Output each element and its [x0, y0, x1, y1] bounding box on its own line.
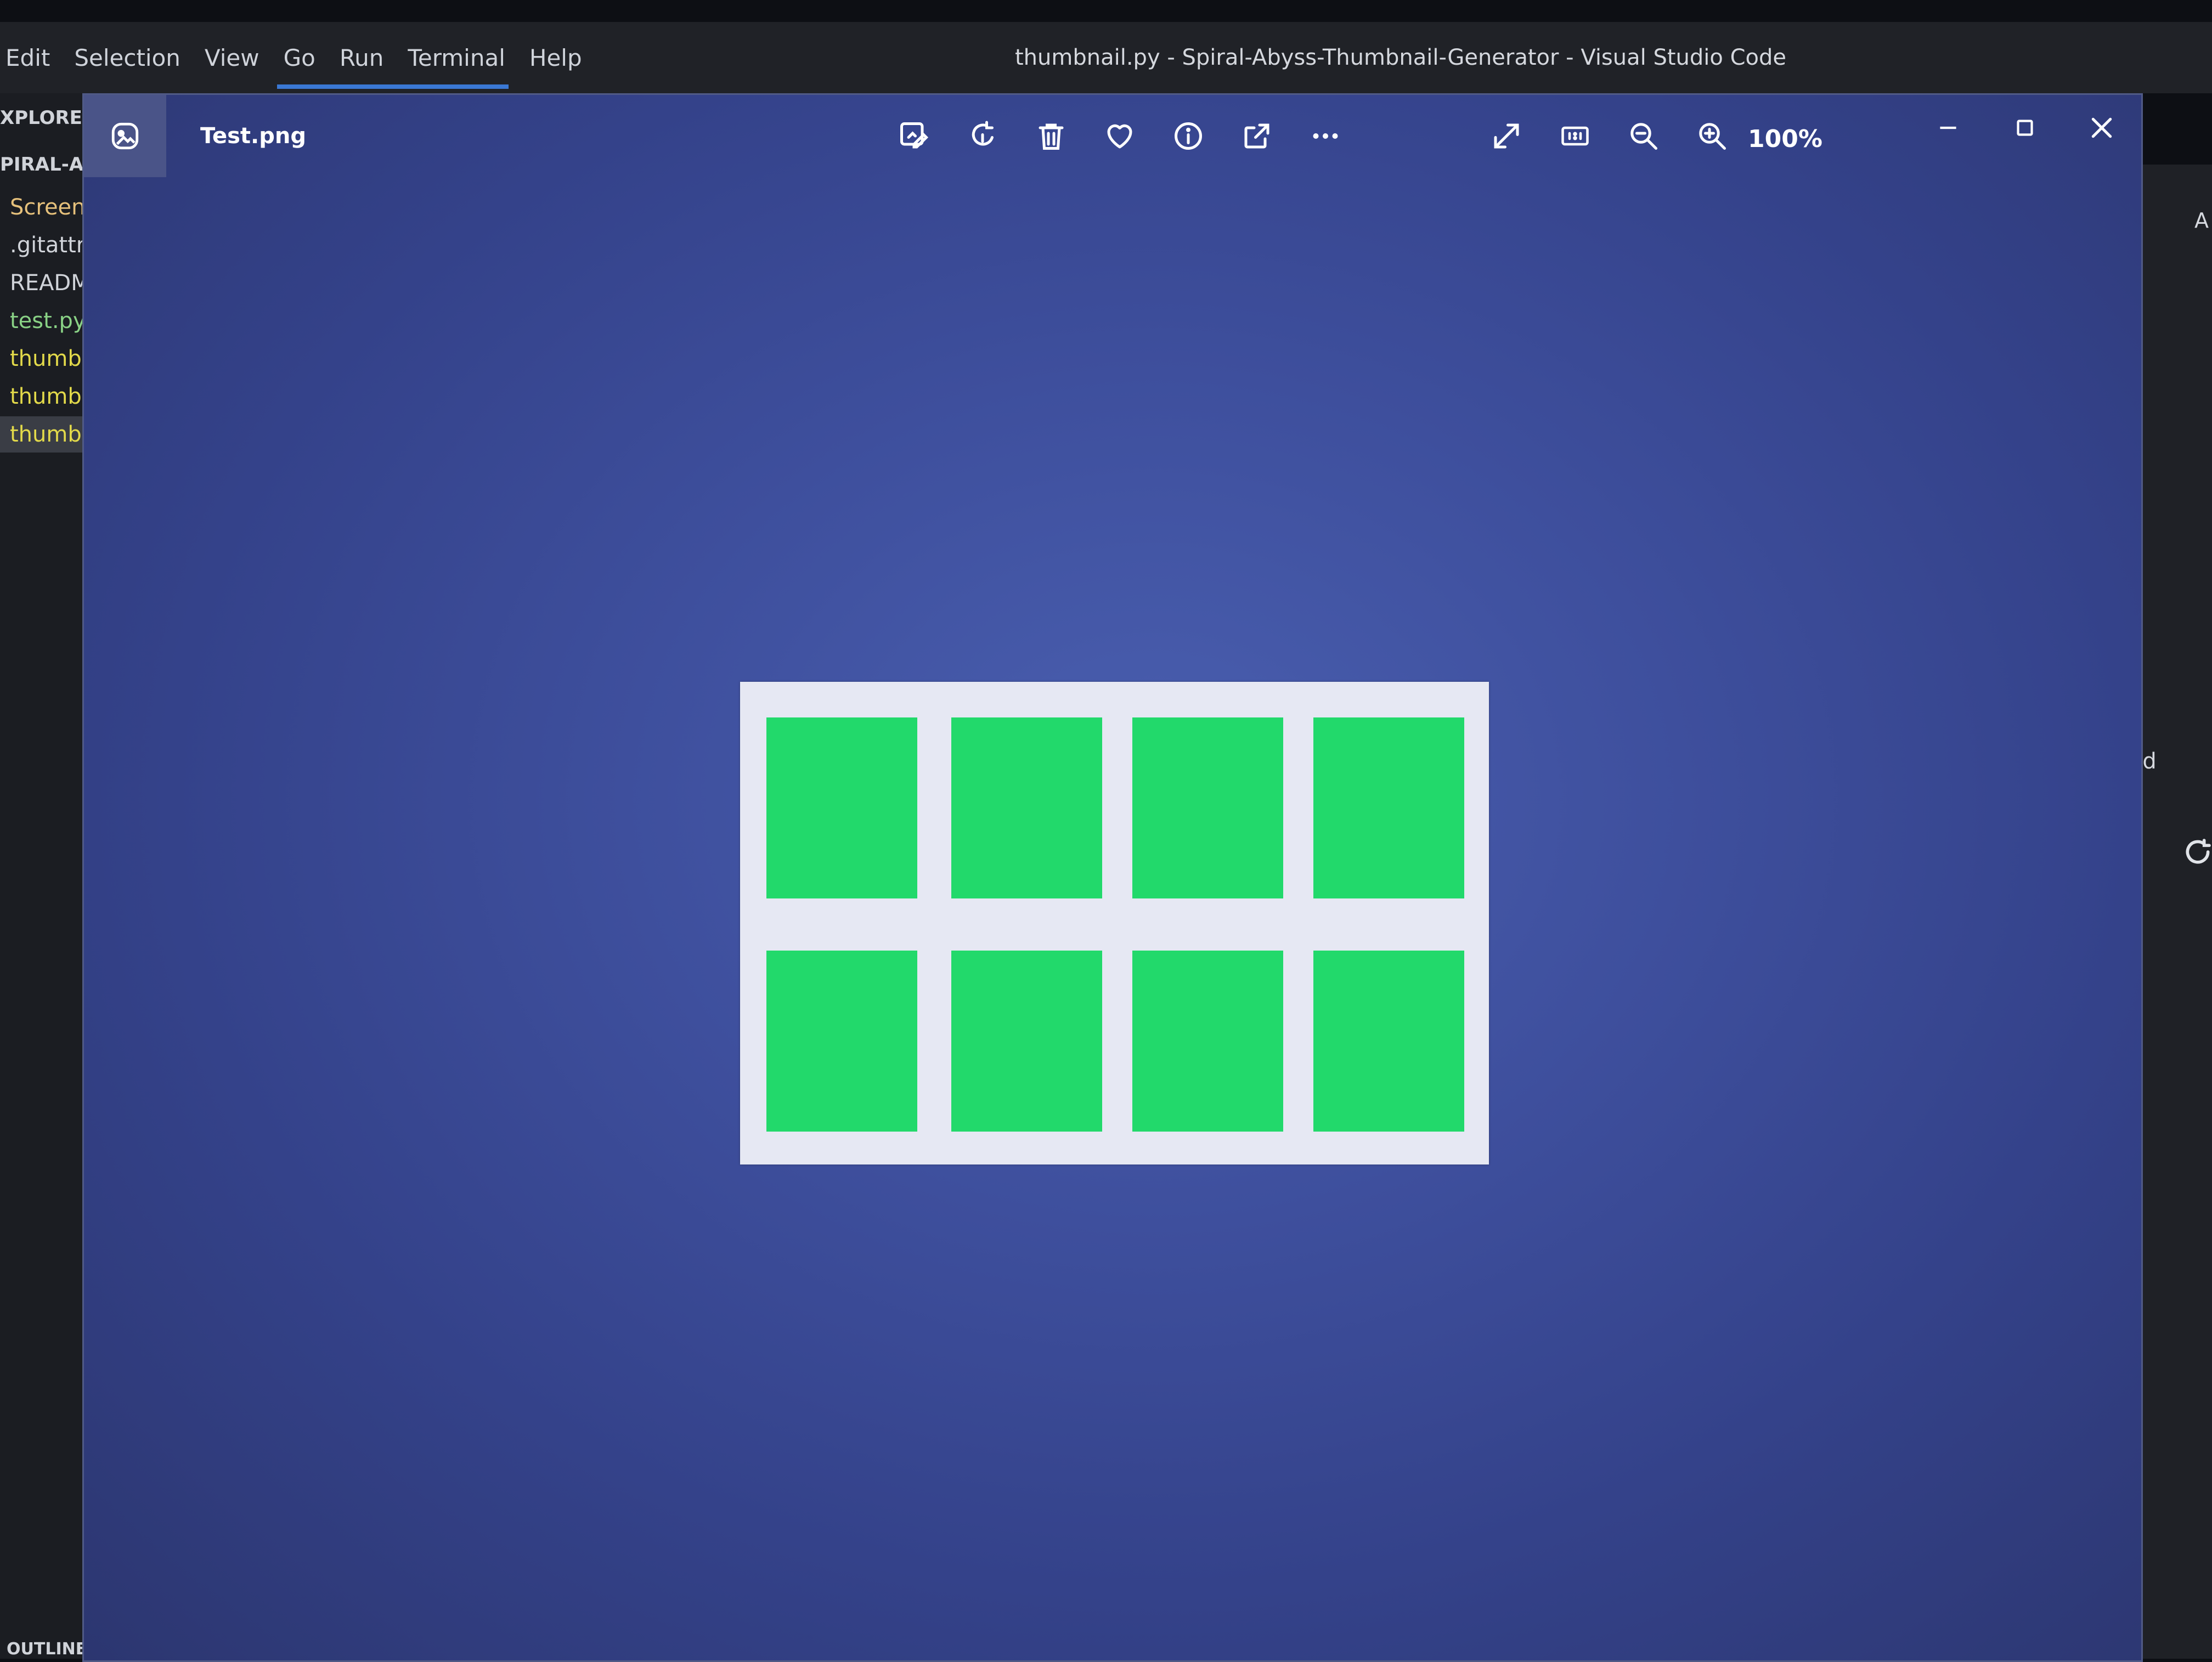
file-item[interactable]: READM [10, 265, 90, 301]
displayed-image [740, 682, 1489, 1164]
menu-help[interactable]: Help [517, 22, 594, 93]
menu-view[interactable]: View [193, 22, 272, 93]
thumbnail-slot [1313, 717, 1464, 898]
file-item[interactable]: Screens [10, 189, 93, 225]
close-icon[interactable] [2080, 106, 2124, 150]
menu-go[interactable]: Go [272, 22, 509, 93]
edit-image-icon[interactable] [892, 114, 936, 158]
outline-section-title[interactable]: OUTLINE [7, 1626, 87, 1659]
menu-selection[interactable]: Selection [62, 22, 193, 93]
share-icon[interactable] [1235, 114, 1279, 158]
file-item-active[interactable]: thumbr [0, 416, 93, 453]
thumbnail-slot [951, 951, 1102, 1132]
menu-edit[interactable]: Edit [0, 22, 62, 93]
zoom-in-icon[interactable] [1690, 114, 1734, 158]
file-name-label: Test.png [200, 123, 306, 149]
thumbnail-slot [1313, 951, 1464, 1132]
window-title: thumbnail.py - Spiral-Abyss-Thumbnail-Ge… [1015, 45, 1786, 70]
thumbnail-slot [1132, 717, 1283, 898]
explorer-sidebar: XPLORER PIRAL-AB Screens .gitattril READ… [0, 93, 93, 1659]
delete-icon[interactable] [1029, 114, 1073, 158]
thumbnail-slot [766, 717, 917, 898]
refresh-icon[interactable] [2182, 836, 2212, 869]
more-options-icon[interactable] [1304, 114, 1347, 158]
thumbnail-slot [766, 951, 917, 1132]
info-icon[interactable] [1166, 114, 1210, 158]
photos-app-icon[interactable] [84, 95, 166, 177]
rotate-icon[interactable] [961, 114, 1005, 158]
zoom-out-icon[interactable] [1622, 114, 1666, 158]
right-panel-tab-label[interactable]: A [2194, 208, 2209, 233]
explorer-title: XPLORER [0, 107, 93, 129]
menu-terminal[interactable]: Terminal [396, 22, 517, 93]
fullscreen-icon[interactable] [1485, 114, 1528, 158]
menu-run[interactable]: Run [328, 22, 396, 93]
file-item[interactable]: thumbr [10, 341, 91, 377]
thumbnail-slot [1132, 951, 1283, 1132]
maximize-icon[interactable] [2003, 106, 2047, 150]
favorite-heart-icon[interactable] [1098, 114, 1142, 158]
project-folder-title[interactable]: PIRAL-AB [0, 143, 93, 186]
actual-size-icon[interactable] [1553, 114, 1597, 158]
file-item[interactable]: thumbr [10, 378, 91, 415]
file-item[interactable]: .gitattril [10, 227, 93, 263]
minimize-icon[interactable] [1926, 106, 1970, 150]
zoom-level-label[interactable]: 100% [1748, 114, 1822, 163]
thumbnail-slot [951, 717, 1102, 898]
photo-viewer-window: Test.png 100% [82, 93, 2143, 1662]
viewer-title-bar: Test.png 100% [84, 95, 2141, 177]
file-item[interactable]: test.py [10, 303, 86, 339]
